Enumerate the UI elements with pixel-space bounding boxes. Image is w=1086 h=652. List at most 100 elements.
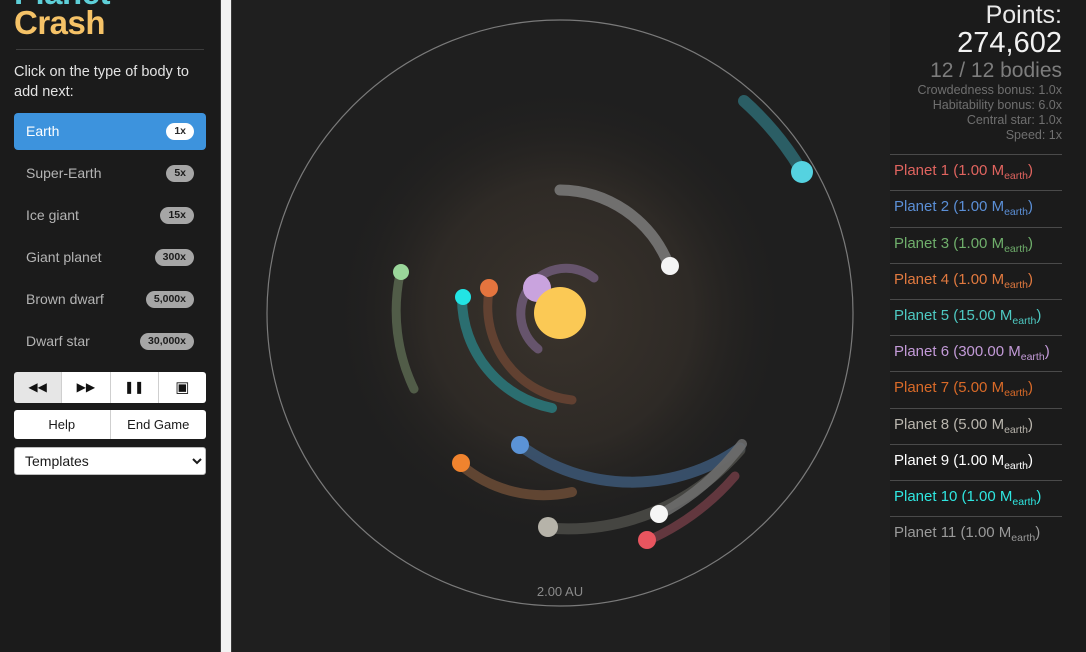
planet-name-text: Planet 3 (1.00 M	[894, 234, 1005, 252]
body-type-giant-planet[interactable]: Giant planet 300x	[14, 239, 206, 276]
planet-name-text: Planet 1 (1.00 M	[894, 162, 1005, 180]
planet-list-label[interactable]: Planet 2 (1.00 Mearth)	[894, 198, 1062, 218]
planet-list-label[interactable]: Planet 7 (5.00 Mearth)	[894, 379, 1062, 399]
body-type-super-earth[interactable]: Super-Earth 5x	[14, 155, 206, 192]
habitability-bonus: Habitability bonus: 6.0x	[932, 98, 1062, 113]
points-label: Points:	[985, 1, 1062, 29]
planet-list-item[interactable]: Planet 2 (1.00 Mearth)	[890, 190, 1062, 226]
planet-close-paren: )	[1036, 487, 1042, 505]
planet-mass-subscript: earth	[1004, 242, 1028, 255]
planet-list-item[interactable]: Planet 11 (1.00 Mearth)	[890, 516, 1062, 552]
planet-name-text: Planet 11 (1.00 M	[894, 524, 1012, 542]
rewind-icon: ◀◀	[28, 380, 47, 395]
planet-list-item[interactable]: Planet 4 (1.00 Mearth)	[890, 262, 1062, 299]
planet-close-paren: )	[1028, 451, 1033, 469]
planet-list-item[interactable]: Planet 1 (1.00 Mearth)	[890, 154, 1062, 190]
planet-list-label[interactable]: Planet 4 (1.00 Mearth)	[894, 271, 1062, 291]
body-count: 12 / 12 bodies	[930, 59, 1062, 83]
planet-list-item[interactable]: Planet 9 (1.00 Mearth)	[890, 443, 1062, 480]
planet-mass-subscript: earth	[1004, 459, 1028, 472]
planet-mass-subscript: earth	[1004, 170, 1028, 183]
points-value: 274,602	[957, 27, 1062, 59]
planet-list-label[interactable]: Planet 9 (1.00 Mearth)	[894, 452, 1062, 472]
planet-list-item[interactable]: Planet 7 (5.00 Mearth)	[890, 371, 1062, 407]
planet-mass-subscript: earth	[1004, 206, 1028, 219]
planet-list-label[interactable]: Planet 5 (15.00 Mearth)	[894, 307, 1062, 327]
blue-planet[interactable]	[511, 436, 529, 454]
planet-close-paren: )	[1036, 306, 1042, 324]
body-type-brown-dwarf[interactable]: Brown dwarf 5,000x	[14, 281, 206, 318]
planet-close-paren: )	[1044, 343, 1050, 361]
camera-icon: ▣	[175, 379, 190, 397]
body-type-label: Dwarf star	[26, 333, 90, 350]
body-type-multiplier-badge: 5x	[166, 164, 194, 182]
body-type-multiplier-badge: 15x	[160, 206, 194, 224]
white-planet-2[interactable]	[650, 505, 668, 523]
end-game-button[interactable]: End Game	[110, 409, 206, 439]
body-type-ice-giant[interactable]: Ice giant 15x	[14, 197, 206, 234]
green-planet[interactable]	[393, 264, 409, 280]
stats-panel: Points: 274,602 12 / 12 bodies Crowdedne…	[890, 0, 1086, 652]
body-type-label: Giant planet	[26, 249, 102, 266]
body-type-multiplier-badge: 30,000x	[140, 332, 194, 350]
planet-close-paren: )	[1028, 234, 1033, 252]
planet-mass-subscript: earth	[1012, 314, 1037, 327]
planet-mass-subscript: earth	[1012, 495, 1037, 508]
templates-select[interactable]: Templates	[14, 446, 206, 475]
body-type-hint: Click on the type of body to add next:	[14, 63, 189, 101]
sidebar-scrollbar[interactable]	[220, 0, 232, 652]
planet-list-item[interactable]: Planet 10 (1.00 Mearth)	[890, 479, 1062, 516]
body-type-label: Super-Earth	[26, 165, 102, 182]
planet-list: Planet 1 (1.00 Mearth) Planet 2 (1.00 Mea…	[890, 154, 1062, 552]
planet-list-item[interactable]: Planet 8 (5.00 Mearth)	[890, 407, 1062, 444]
help-button[interactable]: Help	[14, 409, 111, 439]
planet-name-text: Planet 9 (1.00 M	[894, 451, 1005, 469]
orange-planet-a[interactable]	[480, 279, 498, 297]
planet-list-label[interactable]: Planet 3 (1.00 Mearth)	[894, 235, 1062, 255]
crowdedness-bonus: Crowdedness bonus: 1.0x	[917, 83, 1062, 98]
planet-close-paren: )	[1028, 162, 1033, 180]
planet-mass-subscript: earth	[1004, 387, 1028, 400]
planet-close-paren: )	[1028, 379, 1033, 397]
planet-list-item[interactable]: Planet 3 (1.00 Mearth)	[890, 226, 1062, 263]
planet-list-item[interactable]: Planet 5 (15.00 Mearth)	[890, 298, 1062, 335]
body-type-earth[interactable]: Earth 1x	[14, 112, 206, 150]
planet-list-label[interactable]: Planet 11 (1.00 Mearth)	[894, 524, 1062, 544]
grey-planet[interactable]	[538, 517, 558, 537]
white-planet[interactable]	[661, 257, 679, 275]
teal-planet[interactable]	[791, 161, 813, 183]
planet-name-text: Planet 4 (1.00 M	[894, 270, 1005, 288]
planet-name-text: Planet 8 (5.00 M	[894, 415, 1005, 433]
planet-list-label[interactable]: Planet 6 (300.00 Mearth)	[894, 343, 1062, 363]
planet-mass-subscript: earth	[1004, 423, 1028, 436]
fastforward-icon: ▶▶	[76, 380, 96, 395]
logo-divider	[16, 48, 204, 50]
playback-controls: ◀◀ ▶▶ ❚❚ ▣	[14, 371, 206, 403]
camera-button[interactable]: ▣	[158, 371, 206, 403]
planet-name-text: Planet 5 (15.00 M	[894, 306, 1013, 324]
planet-list-label[interactable]: Planet 1 (1.00 Mearth)	[894, 162, 1062, 182]
speed-indicator: Speed: 1x	[1005, 127, 1062, 142]
scale-label: 2.00 AU	[537, 584, 583, 599]
pause-button[interactable]: ❚❚	[110, 371, 159, 403]
rewind-button[interactable]: ◀◀	[14, 371, 63, 403]
body-type-label: Ice giant	[26, 207, 79, 224]
red-planet[interactable]	[638, 531, 656, 549]
planet-list-item[interactable]: Planet 6 (300.00 Mearth)	[890, 335, 1062, 371]
menu-buttons: Help End Game	[14, 409, 206, 439]
body-type-dwarf-star[interactable]: Dwarf star 30,000x	[14, 323, 206, 360]
app-logo: Planet Crash	[14, 0, 206, 40]
planet-name-text: Planet 6 (300.00 M	[894, 343, 1021, 361]
central-star[interactable]	[534, 287, 586, 339]
cyan-planet[interactable]	[455, 289, 471, 305]
fastforward-button[interactable]: ▶▶	[62, 371, 111, 403]
left-sidebar: Planet Crash Click on the type of body t…	[0, 0, 220, 652]
planet-list-label[interactable]: Planet 10 (1.00 Mearth)	[894, 488, 1062, 508]
planet-close-paren: )	[1028, 415, 1033, 433]
planet-name-text: Planet 2 (1.00 M	[894, 198, 1005, 216]
body-type-label: Earth	[26, 123, 60, 140]
planet-list-label[interactable]: Planet 8 (5.00 Mearth)	[894, 416, 1062, 436]
body-type-multiplier-badge: 5,000x	[145, 290, 194, 308]
orange-planet-b[interactable]	[452, 454, 470, 472]
central-star-bonus: Central star: 1.0x	[966, 112, 1062, 127]
